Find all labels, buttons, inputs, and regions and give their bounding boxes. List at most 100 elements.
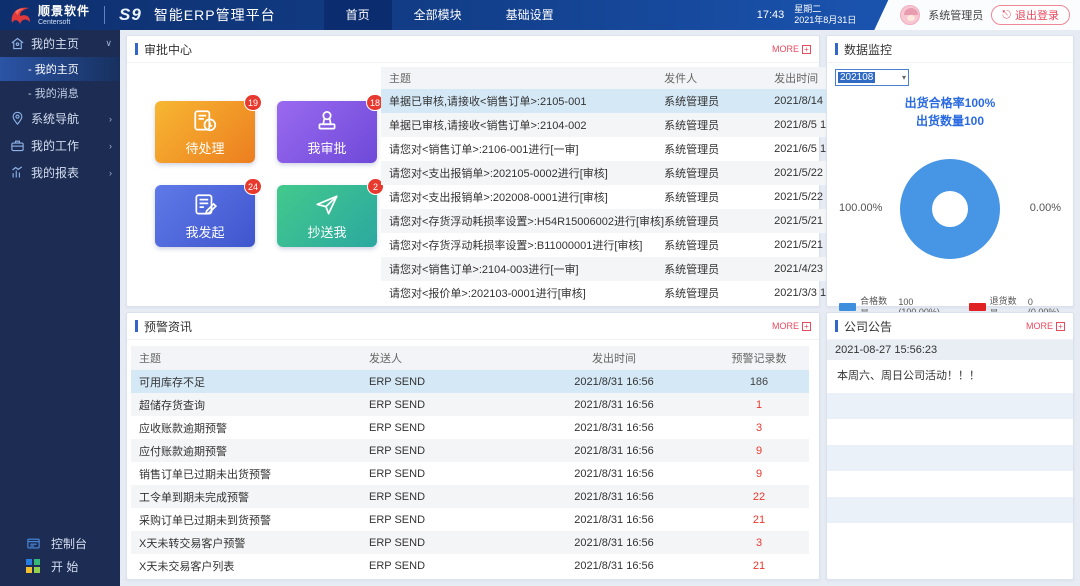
brand-divider [104,6,106,24]
row-sender: 系统管理员 [664,144,720,156]
more-plus-icon: + [802,44,811,54]
top-nav: 首页 全部模块 基础设置 [323,0,576,30]
row-count: 9 [755,444,763,457]
approval-row[interactable]: 请您对<销售订单>:2106-001进行[一审] 系统管理员 2021/6/5 … [381,137,882,161]
row-sender: ERP SEND [369,375,426,388]
announcements-more-link[interactable]: MORE + [1026,321,1065,331]
row-sender: ERP SEND [369,398,426,411]
top-nav-item[interactable]: 全部模块 [392,0,484,30]
monitor-panel-title: 数据监控 [844,42,893,57]
brand-subname: Centersoft [38,18,71,26]
home-icon [11,37,24,50]
donut-left-label: 100.00% [839,202,883,214]
empty-stripe [827,471,1073,497]
row-time: 2021/8/31 16:56 [574,513,654,526]
sidebar-subitem-my-messages[interactable]: - 我的消息 [0,81,120,105]
row-time: 2021/8/31 16:56 [574,421,654,434]
s9-logo: S9 [119,5,142,24]
sidebar-item-home[interactable]: 我的主页 ∨ [0,30,120,57]
period-select[interactable]: 202108 ▾ [835,69,909,86]
document-edit-icon [195,193,218,215]
alert-row[interactable]: X天未转交易客户预警 ERP SEND 2021/8/31 16:56 3 [131,531,809,554]
start-icon [26,559,41,574]
row-sender: 系统管理员 [664,120,720,132]
alerts-more-link[interactable]: MORE + [772,321,811,331]
start-label: 开 始 [51,560,79,574]
alert-row[interactable]: X天未交易客户列表 ERP SEND 2021/8/31 16:56 21 [131,554,809,577]
approval-row[interactable]: 请您对<支出报销单>:202008-0001进行[审核] 系统管理员 2021/… [381,185,882,209]
row-subject: 超储存货查询 [139,399,205,412]
announcement-item[interactable]: 2021-08-27 15:56:23 本周六、周日公司活动！！！ [827,340,1073,393]
row-sender: ERP SEND [369,490,426,503]
approval-panel-title: 审批中心 [144,42,193,57]
alerts-rows: 可用库存不足 ERP SEND 2021/8/31 16:56 186 超储存货… [131,370,809,577]
chevron-down-icon: ▾ [901,73,906,82]
tile-pending[interactable]: 19 待处理 [155,94,262,163]
row-sender: 系统管理员 [664,216,720,228]
row-subject: 请您对<支出报销单>:202105-0002进行[审核] [389,168,608,180]
tile-label: 待处理 [185,140,225,156]
sidebar-item-system-nav[interactable]: 系统导航 › [0,105,120,132]
tile-initiated-by-me[interactable]: 24 我发起 [155,178,262,247]
sidebar-subitem-my-home[interactable]: - 我的主页 [0,57,120,81]
start-button[interactable]: 开 始 [0,555,120,578]
row-subject: X天未转交易客户预警 [139,537,246,550]
approval-more-link[interactable]: MORE + [772,44,811,54]
period-value: 202108 [838,72,876,83]
row-count: 22 [752,490,766,503]
brand-name: 顺景软件 [38,3,91,18]
col-count: 预警记录数 [731,353,787,365]
alert-row[interactable]: 应收账款逾期预警 ERP SEND 2021/8/31 16:56 3 [131,416,809,439]
approval-rows: 单据已审核,请接收<销售订单>:2105-001 系统管理员 2021/8/14… [381,89,883,305]
alert-row[interactable]: 销售订单已过期未出货预警 ERP SEND 2021/8/31 16:56 9 [131,462,809,485]
alert-row[interactable]: 采购订单已过期未到货预警 ERP SEND 2021/8/31 16:56 21 [131,508,809,531]
pending-badge: 19 [243,94,262,111]
donut-right-label: 0.00% [1029,202,1061,214]
sidebar-subitem-label: - 我的主页 [28,64,79,76]
console-label: 控制台 [51,537,88,551]
row-subject: 请您对<销售订单>:2104-003进行[一审] [389,264,579,276]
title-accent [835,43,838,55]
approval-row[interactable]: 请您对<支出报销单>:202105-0002进行[审核] 系统管理员 2021/… [381,161,883,185]
row-subject: 可用库存不足 [139,376,205,389]
more-plus-icon: + [802,321,811,331]
empty-stripe [827,393,1073,419]
alerts-table-header: 主题 发送人 发出时间 预警记录数 [131,346,809,370]
sidebar-item-my-work[interactable]: 我的工作 › [0,132,120,159]
donut-chart: 100.00% 0.00% [835,134,1065,284]
top-nav-item[interactable]: 基础设置 [484,0,576,30]
alert-row[interactable]: 工令单到期未完成预警 ERP SEND 2021/8/31 16:56 22 [131,485,809,508]
row-time: 2021/8/31 16:56 [574,398,654,411]
approval-row[interactable]: 请您对<销售订单>:2104-003进行[一审] 系统管理员 2021/4/23… [381,257,883,281]
tile-label: 我发起 [185,224,225,240]
approval-row[interactable]: 请您对<报价单>:202103-0001进行[审核] 系统管理员 2021/3/… [381,281,882,305]
logout-icon: ⎋ [1002,8,1011,21]
chart-headline: 出货合格率100% 出货数量100 [904,96,996,128]
row-time: 2021/8/31 16:56 [574,375,654,388]
tile-my-approvals[interactable]: 18 我审批 [277,94,384,163]
logout-button[interactable]: ⎋ 退出登录 [991,5,1070,25]
tile-cc-to-me[interactable]: 2 抄送我 [277,178,384,247]
row-count: 186 [749,375,769,388]
title-accent [135,43,138,55]
alerts-table: 主题 发送人 发出时间 预警记录数 可用库存不足 ERP SEND 2021/8… [127,340,819,577]
row-subject: 应收账款逾期预警 [139,422,227,435]
approval-row[interactable]: 单据已审核,请接收<销售订单>:2104-002 系统管理员 2021/8/5 … [381,113,883,137]
approval-row[interactable]: 请您对<存货浮动耗损率设置>:B11000001进行[审核] 系统管理员 202… [381,233,882,257]
alert-row[interactable]: 超储存货查询 ERP SEND 2021/8/31 16:56 1 [131,393,809,416]
announcement-text: 本周六、周日公司活动！！！ [837,370,980,382]
approval-row[interactable]: 请您对<存货浮动耗损率设置>:H54R15006002进行[审核] 系统管理员 … [381,209,883,233]
brand-logo: 顺景软件 Centersoft S9 智能ERP管理平台 [0,3,276,27]
row-subject: 单据已审核,请接收<销售订单>:2105-001 [389,96,587,108]
sidebar-item-label: 我的主页 [31,37,80,51]
alert-row[interactable]: 可用库存不足 ERP SEND 2021/8/31 16:56 186 [131,370,809,393]
top-nav-item[interactable]: 首页 [323,0,392,30]
col-subject: 主题 [389,73,411,85]
sidebar-item-my-reports[interactable]: 我的报表 › [0,159,120,186]
console-button[interactable]: 控制台 [0,532,120,555]
approval-row[interactable]: 单据已审核,请接收<销售订单>:2105-001 系统管理员 2021/8/14… [381,89,883,113]
alert-row[interactable]: 应付账款逾期预警 ERP SEND 2021/8/31 16:56 9 [131,439,809,462]
row-count: 3 [755,536,763,549]
user-avatar [900,5,921,25]
row-sender: 系统管理员 [664,240,720,252]
